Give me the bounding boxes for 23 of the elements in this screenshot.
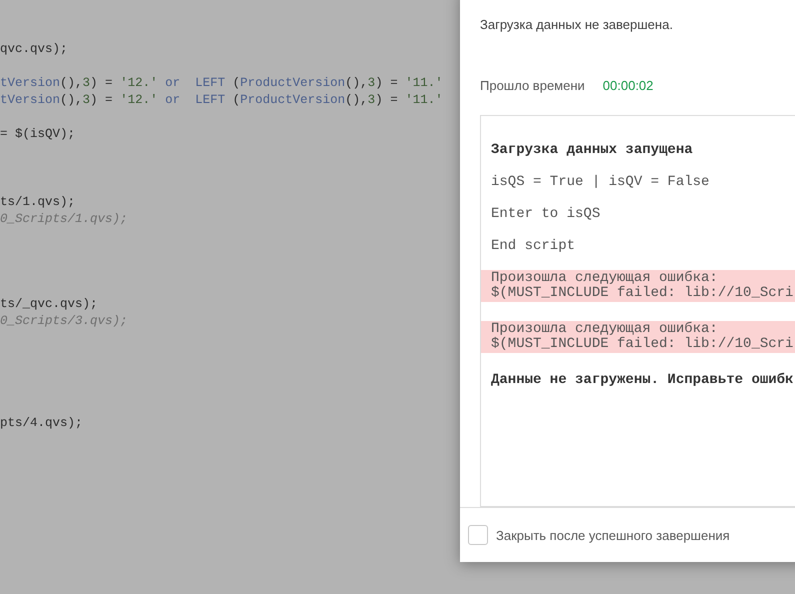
error-line: $(MUST_INCLUDE failed: lib://10_Scri: [491, 286, 794, 301]
log-line: Enter to isQS: [490, 206, 602, 223]
error-line: Произошла следующая ошибка:: [491, 322, 718, 337]
code-line: = $(isQV);: [0, 126, 76, 143]
code-line: pts/4.qvs);: [0, 415, 84, 432]
code-line: ts/_qvc.qvs);: [0, 296, 99, 313]
error-line: $(MUST_INCLUDE failed: lib://10_Scri: [491, 337, 794, 352]
code-line: tVersion(),3) = '12.' or LEFT (ProductVersion(),3) = '11.': [0, 92, 444, 109]
log-line: Данные не загружены. Исправьте ошибк: [490, 372, 794, 389]
log-line: Загрузка данных запущена: [490, 142, 694, 159]
error-line: Произошла следующая ошибка:: [491, 271, 718, 286]
log-line: isQS = True | isQV = False: [490, 174, 710, 191]
code-line: qvc.qvs);: [0, 41, 69, 58]
checkbox-label[interactable]: Закрыть после успешного завершения: [496, 528, 730, 542]
status-message: Загрузка данных не завершена.: [480, 17, 674, 32]
code-line: 0_Scripts/3.qvs);: [0, 313, 129, 330]
elapsed-label: Прошло времени: [480, 78, 585, 93]
code-line: 0_Scripts/1.qvs);: [0, 211, 129, 228]
code-line: ts/1.qvs);: [0, 194, 76, 211]
checkbox[interactable]: [468, 525, 488, 545]
code-line: tVersion(),3) = '12.' or LEFT (ProductVersion(),3) = '11.': [0, 75, 444, 92]
log-line: End script: [490, 238, 576, 255]
elapsed-time: 00:00:02: [602, 78, 654, 93]
